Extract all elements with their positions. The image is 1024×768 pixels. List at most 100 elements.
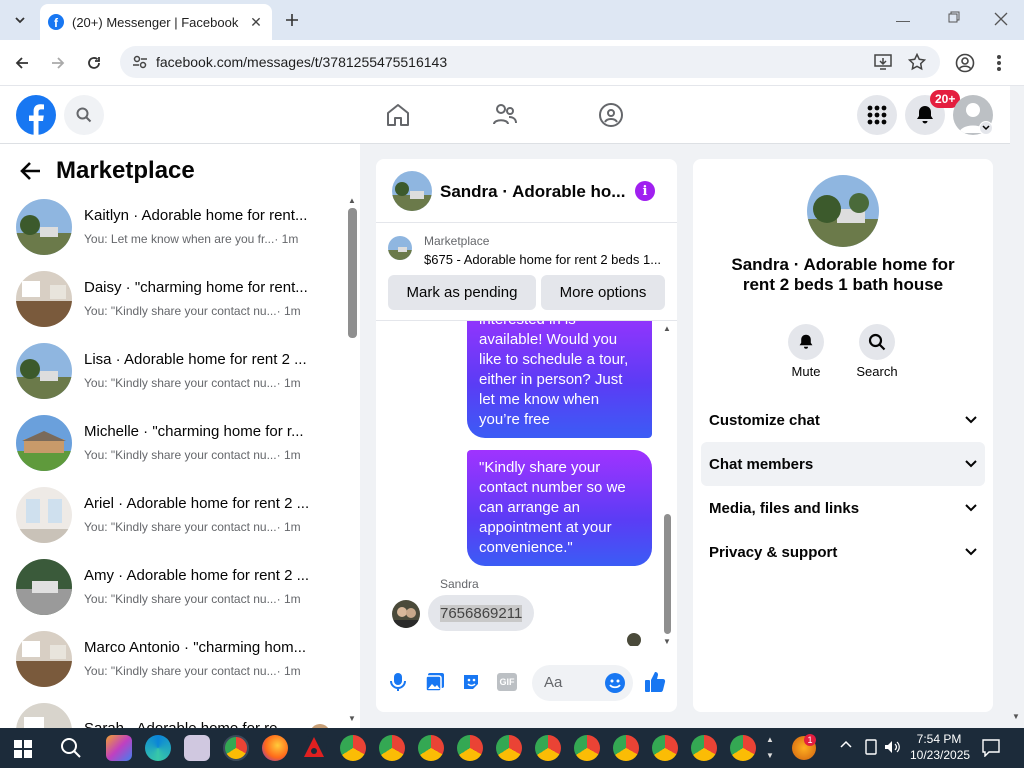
emoji-icon[interactable]: [604, 672, 626, 694]
voice-clip-icon[interactable]: [390, 672, 406, 692]
chevron-down-icon: [965, 504, 977, 512]
facebook-logo-icon[interactable]: [16, 95, 56, 135]
sender-avatar[interactable]: [392, 600, 420, 628]
site-settings-icon[interactable]: [132, 54, 148, 70]
reload-icon[interactable]: [78, 47, 110, 79]
media-files-links-row[interactable]: Media, files and links: [701, 486, 985, 530]
outgoing-message[interactable]: interested in is available! Would you li…: [467, 321, 652, 438]
copilot-icon[interactable]: [106, 735, 132, 761]
browser-menu-icon[interactable]: [996, 54, 1002, 72]
chat-scroll-up-icon[interactable]: ▲: [663, 324, 671, 333]
tab-close-icon[interactable]: ✕: [248, 14, 264, 31]
incoming-message[interactable]: 7656869211: [428, 595, 535, 631]
chat-scrollbar-thumb[interactable]: [664, 514, 671, 634]
menu-grid-icon[interactable]: [857, 95, 897, 135]
chrome-profile-icon[interactable]: [496, 735, 522, 761]
marketplace-title: Marketplace: [56, 157, 195, 184]
listing-thumbnail[interactable]: [388, 236, 412, 260]
profile-icon[interactable]: [955, 53, 975, 73]
message-thread: interested in is available! Would you li…: [376, 321, 666, 646]
chrome-profile-icon[interactable]: [730, 735, 756, 761]
tray-device-icon[interactable]: [864, 739, 878, 755]
chat-avatar[interactable]: [392, 171, 432, 211]
notification-center-icon[interactable]: [982, 739, 1000, 757]
conversation-item[interactable]: Michelle · "charming home for r... You: …: [16, 415, 326, 471]
sticker-icon[interactable]: [461, 672, 481, 692]
forward-arrow-icon[interactable]: [42, 47, 74, 79]
chat-title[interactable]: Sandra · Adorable ho...: [440, 182, 630, 202]
customize-chat-row[interactable]: Customize chat: [701, 398, 985, 442]
address-bar[interactable]: facebook.com/messages/t/3781255475516143: [120, 46, 940, 78]
conversation-item[interactable]: Sarah · Adorable home for re...: [16, 703, 326, 728]
listing-description[interactable]: $675 - Adorable home for rent 2 beds 1..…: [424, 252, 666, 267]
edge-browser-icon[interactable]: [145, 735, 171, 761]
conversation-name: Sarah · Adorable home for re...: [84, 719, 320, 728]
chat-scroll-down-icon[interactable]: ▼: [663, 637, 671, 646]
minimize-icon[interactable]: —: [896, 12, 910, 28]
chrome-profile-icon[interactable]: [379, 735, 405, 761]
bookmark-star-icon[interactable]: [908, 53, 926, 71]
incoming-message-text[interactable]: 7656869211: [440, 604, 523, 622]
clock[interactable]: 7:54 PM 10/23/2025: [910, 731, 970, 763]
paint-app-icon[interactable]: [184, 735, 210, 761]
mute-bell-icon[interactable]: [788, 324, 824, 360]
message-sender-name: Sandra: [440, 577, 479, 591]
taskbar-overflow-icon[interactable]: ▲ ▼: [766, 732, 774, 764]
back-to-chats-icon[interactable]: [20, 161, 42, 181]
browser-tab-messenger[interactable]: f (20+) Messenger | Facebook ✕: [40, 4, 272, 40]
windows-start-icon[interactable]: [14, 740, 32, 758]
chrome-icon[interactable]: [223, 735, 249, 761]
new-tab-icon[interactable]: [276, 4, 308, 36]
chrome-profile-icon[interactable]: [418, 735, 444, 761]
list-scroll-up-icon[interactable]: ▲: [348, 196, 356, 205]
chrome-profile-icon[interactable]: [535, 735, 561, 761]
conversation-item[interactable]: Amy · Adorable home for rent 2 ... You: …: [16, 559, 326, 615]
chat-info-icon[interactable]: i: [635, 181, 655, 201]
window-close-icon[interactable]: [994, 12, 1008, 26]
friends-icon[interactable]: [492, 103, 518, 127]
search-label[interactable]: Search: [844, 364, 910, 379]
message-input[interactable]: Aa: [532, 665, 633, 701]
page-scroll-down-icon[interactable]: ▼: [1012, 712, 1020, 721]
speaker-icon[interactable]: [884, 739, 900, 755]
tray-chevron-up-icon[interactable]: [840, 740, 852, 748]
account-chevron-icon[interactable]: [979, 121, 993, 135]
like-thumbs-up-icon[interactable]: [644, 671, 666, 693]
install-app-icon[interactable]: [874, 53, 892, 71]
conversation-item[interactable]: Daisy · "charming home for rent... You: …: [16, 271, 326, 327]
chrome-profile-icon[interactable]: [457, 735, 483, 761]
home-icon[interactable]: [385, 102, 411, 128]
conversation-item[interactable]: Kaitlyn · Adorable home for rent... You:…: [16, 199, 326, 255]
mute-label[interactable]: Mute: [773, 364, 839, 379]
list-scroll-down-icon[interactable]: ▼: [348, 714, 356, 723]
chrome-profile-icon[interactable]: [574, 735, 600, 761]
privacy-support-row[interactable]: Privacy & support: [701, 530, 985, 574]
groups-icon[interactable]: [598, 102, 624, 128]
conversation-time: · 1m: [274, 232, 299, 246]
conversation-preview: You: "Kindly share your contact nu...: [84, 664, 277, 678]
chrome-profile-icon[interactable]: [652, 735, 678, 761]
outgoing-message[interactable]: "Kindly share your contact number so we …: [467, 450, 652, 566]
conversation-item[interactable]: Ariel · Adorable home for rent 2 ... You…: [16, 487, 326, 543]
conversation-item[interactable]: Marco Antonio · "charming hom... You: "K…: [16, 631, 326, 687]
back-arrow-icon[interactable]: [6, 47, 38, 79]
conversation-item[interactable]: Lisa · Adorable home for rent 2 ... You:…: [16, 343, 326, 399]
mark-as-pending-button[interactable]: Mark as pending: [388, 275, 536, 310]
gif-icon[interactable]: GIF: [497, 673, 517, 691]
more-options-button[interactable]: More options: [541, 275, 665, 310]
attach-photo-icon[interactable]: [425, 672, 445, 692]
contact-avatar[interactable]: [807, 175, 879, 247]
chat-members-row[interactable]: Chat members: [701, 442, 985, 486]
chrome-profile-icon[interactable]: [613, 735, 639, 761]
search-in-chat-icon[interactable]: [859, 324, 895, 360]
firefox-icon[interactable]: [262, 735, 288, 761]
tab-search-chevron-icon[interactable]: [4, 4, 36, 36]
list-scrollbar-thumb[interactable]: [348, 208, 357, 338]
restore-icon[interactable]: [948, 11, 960, 23]
row-label: Media, files and links: [709, 499, 860, 517]
chrome-profile-icon[interactable]: [691, 735, 717, 761]
facebook-search-icon[interactable]: [64, 95, 104, 135]
taskbar-search-icon[interactable]: [60, 737, 82, 759]
chrome-profile-icon[interactable]: [340, 735, 366, 761]
app-red-icon[interactable]: [301, 735, 327, 761]
